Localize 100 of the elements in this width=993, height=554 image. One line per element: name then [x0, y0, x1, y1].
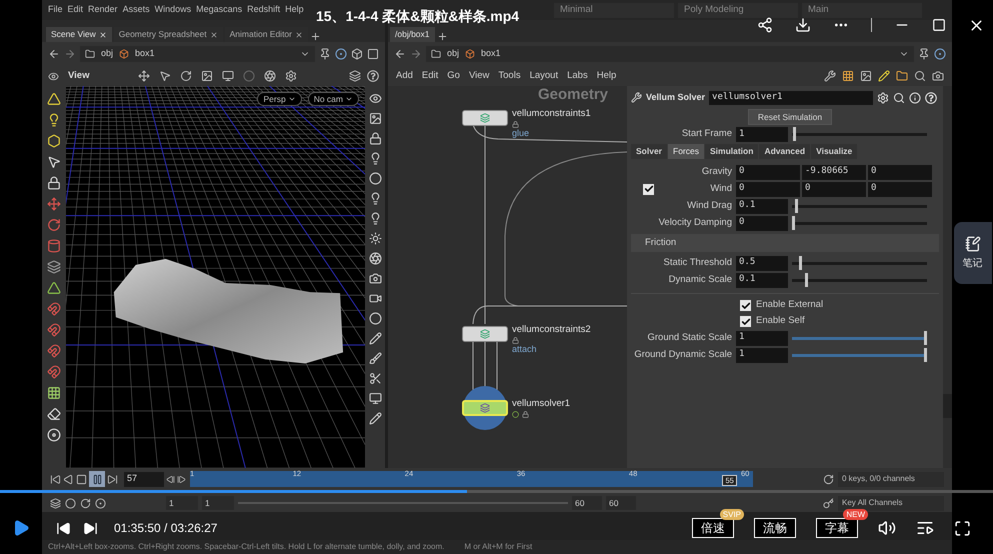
layers-icon[interactable] [50, 498, 61, 508]
slider-handle[interactable] [792, 216, 795, 230]
step-forward-icon[interactable] [177, 474, 186, 484]
notes-button[interactable]: 笔记 [954, 222, 992, 284]
path-segment[interactable]: box1 [135, 47, 155, 61]
cube-icon[interactable] [465, 49, 476, 59]
input-field[interactable]: 1 [736, 127, 788, 142]
video-camera-icon[interactable] [368, 292, 382, 305]
download-icon[interactable] [795, 17, 811, 33]
scrollbar-thumb[interactable] [943, 394, 952, 418]
slider-handle[interactable] [924, 348, 927, 362]
camera-icon[interactable] [368, 272, 382, 285]
range-field[interactable]: 1 [166, 496, 198, 510]
jump-start-icon[interactable] [50, 474, 61, 484]
aperture-icon[interactable] [264, 70, 276, 82]
maximize-icon[interactable] [932, 18, 946, 32]
menu-item[interactable]: Add [396, 68, 413, 84]
grid-icon[interactable] [47, 386, 61, 400]
previous-icon[interactable] [56, 520, 71, 536]
path-field[interactable]: obj box1 [80, 46, 315, 62]
folder-icon[interactable] [431, 49, 441, 59]
fullscreen-icon[interactable] [954, 520, 971, 536]
close-icon[interactable] [210, 30, 218, 38]
player-option-button[interactable]: 倍速 [692, 518, 734, 538]
aperture-icon[interactable] [368, 252, 382, 265]
parameter-tab[interactable]: Forces [668, 144, 704, 159]
folder-icon[interactable] [85, 49, 95, 59]
play-icon[interactable] [12, 519, 30, 537]
eye-icon[interactable] [368, 92, 382, 105]
target-icon[interactable] [335, 48, 347, 60]
image-icon[interactable] [368, 112, 382, 125]
wrench-icon[interactable] [824, 70, 836, 82]
play-reverse-icon[interactable] [63, 474, 74, 484]
slider-handle[interactable] [805, 272, 808, 286]
input-field[interactable]: 1 [736, 348, 788, 362]
input-field[interactable]: 0 [736, 182, 800, 196]
layers-icon[interactable] [47, 260, 61, 274]
node-name-field[interactable]: vellumsolver1 [709, 90, 874, 104]
info-icon[interactable] [909, 92, 922, 104]
menu-item[interactable]: Assets [122, 3, 150, 17]
magnet-icon[interactable] [47, 344, 61, 358]
playlist-icon[interactable] [916, 519, 934, 537]
input-field[interactable]: 0 [802, 182, 866, 196]
slider-handle[interactable] [798, 256, 802, 270]
range-field[interactable]: 60 [572, 496, 602, 510]
menu-item[interactable]: Layout [530, 68, 558, 84]
path-segment[interactable]: box1 [481, 47, 501, 61]
desktop-selector[interactable]: Poly Modeling [678, 2, 798, 18]
forward-arrow-icon[interactable] [410, 48, 422, 60]
bulb-icon[interactable] [368, 212, 382, 225]
pen-icon[interactable] [368, 412, 382, 425]
settings-icon[interactable] [877, 92, 890, 104]
node-label[interactable]: vellumsolver1 [512, 398, 570, 410]
input-field[interactable]: 0 [868, 182, 932, 196]
frame-field[interactable]: 57 [124, 472, 164, 486]
menu-item[interactable]: Megascans [196, 3, 242, 17]
help-icon[interactable] [367, 70, 379, 82]
menu-item[interactable]: File [48, 3, 63, 17]
bulb-icon[interactable] [47, 113, 61, 127]
monitor-icon[interactable] [368, 392, 382, 405]
menu-item[interactable]: Help [596, 68, 616, 84]
magnet-icon[interactable] [47, 302, 61, 316]
add-tab-icon[interactable] [436, 31, 448, 42]
input-field[interactable]: 0.1 [736, 272, 788, 288]
key-icon[interactable] [823, 498, 834, 508]
pencil-icon[interactable] [368, 332, 382, 345]
magnet-icon[interactable] [47, 323, 61, 337]
checkbox[interactable] [740, 316, 751, 327]
image-icon[interactable] [201, 70, 214, 82]
cube-icon[interactable] [119, 49, 130, 59]
pin-icon[interactable] [918, 48, 930, 60]
menu-item[interactable]: View [468, 68, 490, 84]
player-option-button[interactable]: 字幕 [816, 518, 858, 538]
volume-icon[interactable] [878, 519, 896, 537]
viewport[interactable]: Persp No cam [66, 86, 365, 468]
camera-menu[interactable]: No cam [308, 92, 359, 106]
path-segment[interactable]: obj [101, 47, 114, 61]
path-field[interactable]: obj box1 [426, 46, 914, 62]
jump-end-icon[interactable] [107, 474, 118, 484]
input-field[interactable]: 1 [736, 330, 788, 346]
stop-icon[interactable] [76, 474, 87, 484]
refresh-icon[interactable] [823, 474, 834, 484]
range-field[interactable]: 1 [202, 496, 234, 510]
rotate-icon[interactable] [47, 218, 61, 232]
slider-handle[interactable] [924, 330, 927, 344]
image-icon[interactable] [860, 70, 872, 82]
help-icon[interactable] [925, 92, 938, 104]
slider-handle[interactable] [793, 127, 796, 141]
next-icon[interactable] [83, 520, 98, 536]
menu-item[interactable]: Edit [68, 3, 84, 17]
menu-item[interactable]: Labs [567, 68, 588, 84]
menu-item[interactable]: Edit [422, 68, 438, 84]
back-arrow-icon[interactable] [48, 48, 60, 60]
sphere-icon[interactable] [368, 172, 382, 185]
bulb-icon[interactable] [368, 152, 382, 165]
lock-icon[interactable] [47, 176, 61, 190]
cylinder-icon[interactable] [47, 239, 61, 253]
key-all-channels-button[interactable]: Key All Channels [838, 496, 944, 510]
circle-icon[interactable] [65, 498, 76, 508]
square-icon[interactable] [367, 48, 379, 60]
